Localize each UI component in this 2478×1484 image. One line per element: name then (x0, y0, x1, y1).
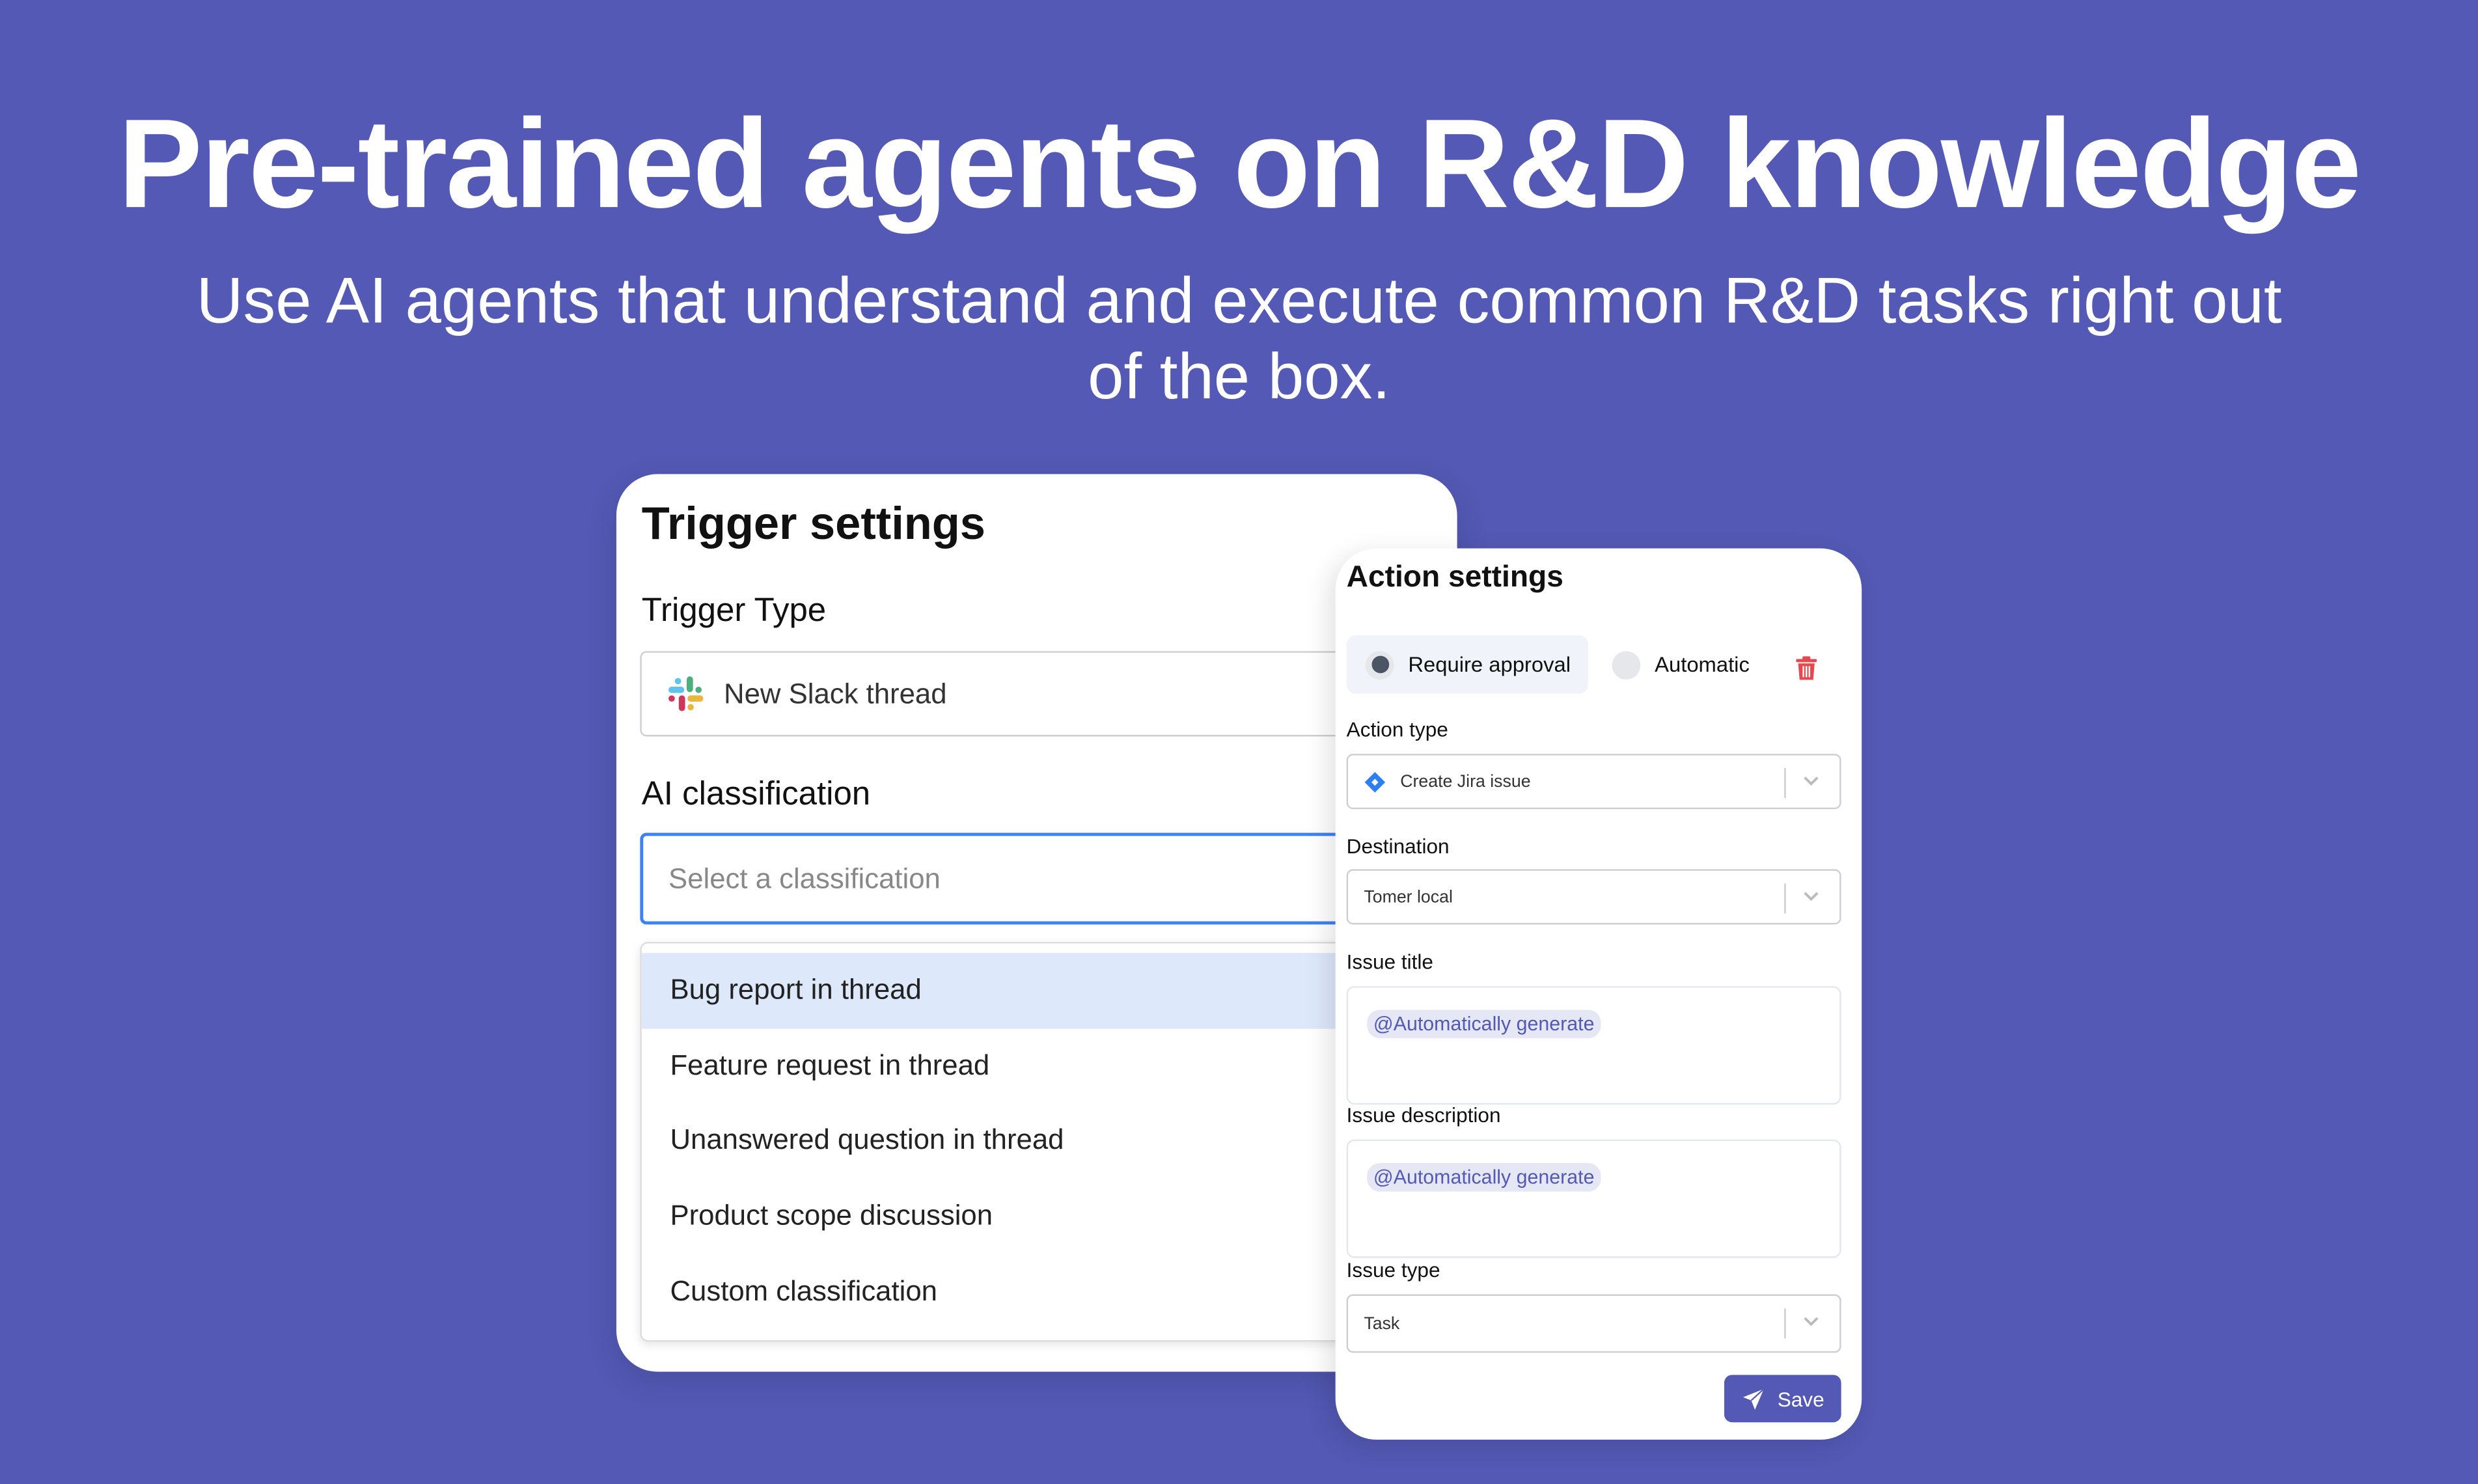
page: Pre-trained agents on R&D knowledge Use … (0, 0, 2478, 1484)
issue-title-input[interactable]: @Automatically generate (1346, 986, 1841, 1105)
hero-subtitle: Use AI agents that understand and execut… (196, 264, 2282, 413)
destination-label: Destination (1346, 834, 1450, 859)
issue-type-value: Task (1364, 1313, 1400, 1334)
require-approval-radio[interactable]: Require approval (1346, 635, 1589, 694)
auto-generate-chip[interactable]: @Automatically generate (1367, 1163, 1601, 1192)
chevron-down-icon (1804, 1317, 1819, 1326)
save-button[interactable]: Save (1724, 1375, 1841, 1423)
auto-generate-chip[interactable]: @Automatically generate (1367, 1010, 1601, 1039)
destination-select[interactable]: Tomer local (1346, 869, 1841, 925)
approval-mode-group: Require approval Automatic (1346, 635, 1849, 695)
action-type-label: Action type (1346, 717, 1448, 741)
trigger-settings-card: Trigger settings Trigger Type New Slack … (616, 474, 1457, 1372)
jira-icon (1364, 771, 1386, 792)
chevron-down-icon (1804, 892, 1819, 901)
issue-description-input[interactable]: @Automatically generate (1346, 1139, 1841, 1258)
issue-description-label: Issue description (1346, 1103, 1501, 1127)
action-settings-title: Action settings (1346, 560, 1563, 594)
issue-type-label: Issue type (1346, 1257, 1440, 1282)
select-separator (1784, 1308, 1786, 1339)
classification-dropdown: Bug report in thread Feature request in … (640, 942, 1457, 1342)
save-label: Save (1777, 1386, 1824, 1410)
trash-icon[interactable] (1795, 656, 1817, 681)
destination-value: Tomer local (1364, 887, 1453, 907)
trigger-type-select[interactable]: New Slack thread (640, 651, 1457, 737)
send-icon (1742, 1388, 1764, 1409)
ai-classification-label: AI classification (641, 776, 871, 812)
classification-placeholder: Select a classification (668, 862, 941, 894)
require-approval-label: Require approval (1408, 652, 1571, 677)
classification-input[interactable]: Select a classification (640, 832, 1457, 925)
action-settings-card: Action settings Require approval Automat… (1335, 548, 1862, 1440)
select-separator (1784, 768, 1786, 799)
slack-icon (668, 676, 704, 711)
trigger-type-label: Trigger Type (641, 592, 827, 629)
automatic-label: Automatic (1655, 652, 1750, 677)
select-separator (1784, 883, 1786, 914)
trigger-type-value: New Slack thread (724, 677, 947, 709)
issue-title-label: Issue title (1346, 950, 1434, 974)
radio-unselected-icon (1612, 650, 1641, 679)
automatic-radio[interactable]: Automatic (1612, 635, 1750, 694)
hero-title: Pre-trained agents on R&D knowledge (118, 93, 2361, 234)
issue-type-select[interactable]: Task (1346, 1294, 1841, 1353)
action-type-value: Create Jira issue (1400, 772, 1531, 791)
action-type-select[interactable]: Create Jira issue (1346, 754, 1841, 810)
chevron-down-icon (1804, 776, 1819, 786)
trigger-settings-title: Trigger settings (641, 499, 985, 550)
radio-selected-icon (1365, 650, 1394, 679)
